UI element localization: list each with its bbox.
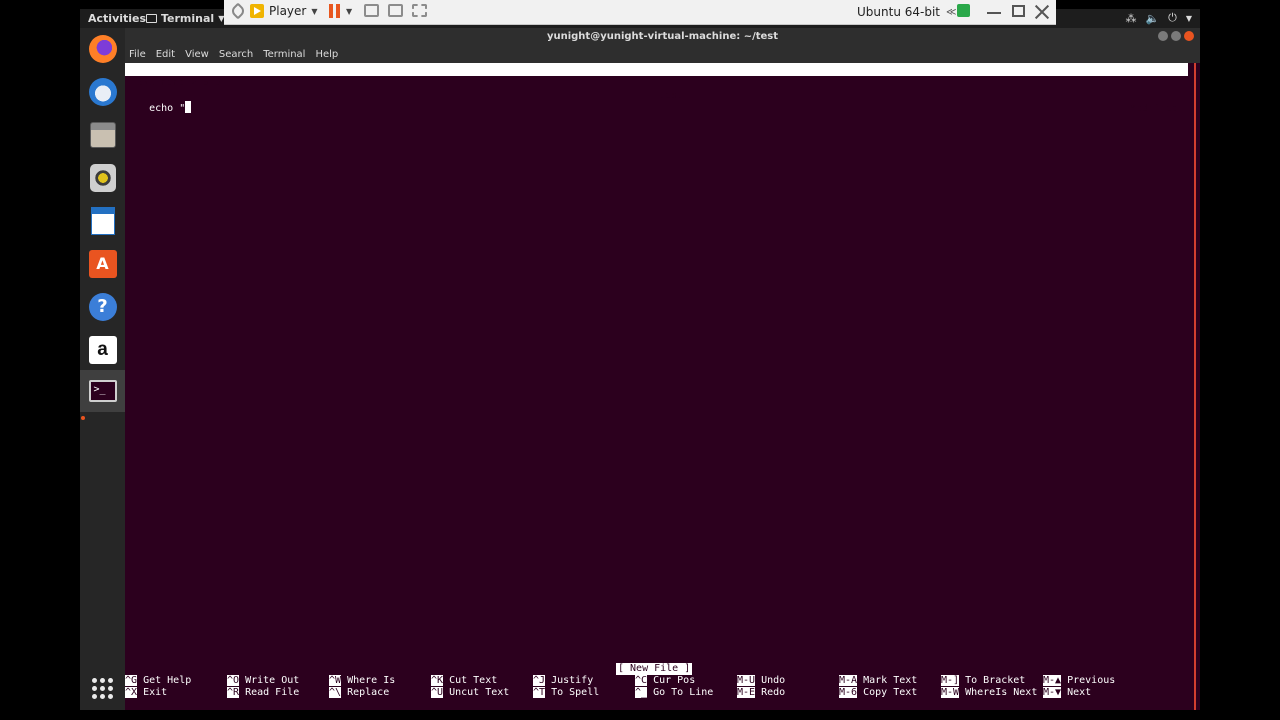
shortcut-go-to-line: ^_ Go To Line — [635, 687, 714, 698]
shortcut-to-bracket: M-] To Bracket — [941, 675, 1026, 686]
player-label: Player — [269, 4, 307, 18]
minimize-button[interactable] — [987, 2, 1001, 14]
minimize-icon — [987, 12, 1001, 14]
dock-item-files[interactable] — [86, 118, 119, 151]
send-ctrl-alt-del-button[interactable] — [364, 4, 379, 17]
help-icon: ? — [88, 292, 117, 321]
dock-item-software[interactable]: A — [86, 247, 119, 280]
dock-item-firefox[interactable] — [86, 32, 119, 65]
maximize-icon — [1012, 5, 1025, 17]
notes-icon — [957, 4, 970, 17]
running-indicator — [81, 416, 85, 420]
terminal-scrollbar[interactable] — [1193, 63, 1200, 710]
menu-view[interactable]: View — [185, 46, 209, 63]
terminal-mini-icon — [146, 14, 157, 23]
menu-file[interactable]: File — [129, 46, 146, 63]
shortcut-write-out: ^O Write Out — [227, 675, 300, 686]
fullscreen-icon — [388, 4, 403, 17]
shortcut-next: M-▼ Next — [1043, 687, 1092, 698]
unity-icon — [412, 4, 427, 17]
menu-help[interactable]: Help — [315, 46, 338, 63]
volume-icon[interactable]: 🔈 — [1145, 12, 1159, 25]
text-cursor — [185, 101, 192, 113]
show-applications-icon[interactable] — [92, 678, 113, 699]
chevron-down-icon: ▼ — [346, 6, 353, 16]
shortcut-cur-pos: ^C Cur Pos — [635, 675, 696, 686]
dock-item-writer[interactable] — [86, 204, 119, 237]
nano-header: GNU nano 2.9.3 test Modified — [125, 63, 1188, 114]
dock: A ? a >_ — [80, 28, 125, 710]
activities-button[interactable]: Activities — [88, 12, 146, 25]
editor-line[interactable]: echo " — [125, 88, 192, 114]
vm-name-label: Ubuntu 64-bit — [857, 5, 940, 19]
window-title: yunight@yunight-virtual-machine: ~/test — [546, 31, 779, 42]
nano-status-message: [ New File ] — [616, 663, 693, 675]
dock-item-terminal[interactable]: >_ — [80, 370, 125, 412]
shortcut-mark-text: M-A Mark Text — [839, 675, 918, 686]
close-icon — [1035, 5, 1049, 19]
terminal-body[interactable]: GNU nano 2.9.3 test Modified echo " [ Ne… — [125, 63, 1193, 710]
vm-player-toolbar: Player ▼ ▼ Ubuntu 64-bit ≪ — [224, 0, 1056, 25]
pause-icon — [329, 4, 340, 18]
files-icon — [89, 121, 116, 148]
unity-button[interactable] — [412, 4, 427, 17]
minimize-icon[interactable] — [1158, 31, 1168, 41]
power-icon[interactable]: ⏻ — [1168, 11, 1177, 25]
shortcut-whereis-next: M-W WhereIs Next — [941, 687, 1038, 698]
rhythmbox-icon — [89, 163, 116, 192]
vm-notes-button[interactable] — [957, 4, 970, 17]
editor-text: echo " — [149, 103, 186, 114]
shortcut-previous: M-▲ Previous — [1043, 675, 1116, 686]
shortcut-read-file: ^R Read File — [227, 687, 300, 698]
maximize-icon[interactable] — [1171, 31, 1181, 41]
pause-button[interactable]: ▼ — [329, 4, 352, 18]
shortcut-replace: ^\ Replace — [329, 687, 390, 698]
pin-button[interactable] — [229, 2, 247, 20]
dock-item-thunderbird[interactable] — [86, 75, 119, 108]
vm-name: Ubuntu 64-bit ≪ — [857, 5, 956, 19]
shortcut-copy-text: M-6 Copy Text — [839, 687, 918, 698]
chevron-down-icon[interactable]: ▼ — [1186, 14, 1192, 23]
nano-filename: test — [659, 90, 684, 101]
system-tray[interactable]: ⁂ 🔈 ⏻ ▼ — [1125, 11, 1192, 25]
nano-shortcut-bar: ^G Get Help ^X Exit ^O Write Out ^R Read… — [125, 675, 1193, 705]
amazon-icon: a — [88, 335, 117, 364]
chevron-down-icon: ▼ — [311, 6, 318, 16]
shortcut-get-help: ^G Get Help — [125, 675, 192, 686]
shortcut-exit: ^X Exit — [125, 687, 168, 698]
pin-icon — [229, 2, 247, 20]
devices-icon — [364, 4, 379, 17]
firefox-icon — [88, 34, 117, 63]
dock-item-help[interactable]: ? — [86, 290, 119, 323]
writer-icon — [90, 206, 115, 235]
shortcut-where-is: ^W Where Is — [329, 675, 396, 686]
terminal-titlebar[interactable]: yunight@yunight-virtual-machine: ~/test — [125, 28, 1200, 46]
software-icon: A — [88, 249, 117, 278]
menu-edit[interactable]: Edit — [156, 46, 175, 63]
maximize-button[interactable] — [1012, 5, 1025, 17]
close-button[interactable] — [1035, 5, 1049, 19]
menu-terminal[interactable]: Terminal — [263, 46, 305, 63]
shortcut-uncut-text: ^U Uncut Text — [431, 687, 510, 698]
fullscreen-button[interactable] — [388, 4, 403, 17]
player-menu-button[interactable]: Player ▼ — [250, 4, 318, 18]
close-icon[interactable] — [1184, 31, 1194, 41]
nano-modified-state: Modified — [1129, 103, 1178, 114]
back-arrows-icon[interactable]: ≪ — [946, 7, 956, 18]
menu-search[interactable]: Search — [219, 46, 253, 63]
thunderbird-icon — [88, 77, 117, 106]
shortcut-redo: M-E Redo — [737, 687, 786, 698]
dock-item-rhythmbox[interactable] — [86, 161, 119, 194]
dock-item-amazon[interactable]: a — [86, 333, 119, 366]
shortcut-cut-text: ^K Cut Text — [431, 675, 498, 686]
network-icon[interactable]: ⁂ — [1125, 12, 1136, 25]
shortcut-justify: ^J Justify — [533, 675, 594, 686]
player-icon — [250, 4, 264, 18]
shortcut-to-spell: ^T To Spell — [533, 687, 600, 698]
shortcut-undo: M-U Undo — [737, 675, 786, 686]
terminal-icon: >_ — [88, 380, 117, 402]
app-menu-label: Terminal — [161, 12, 215, 25]
terminal-menubar: File Edit View Search Terminal Help — [125, 46, 1200, 63]
app-menu[interactable]: Terminal ▼ — [146, 12, 224, 25]
